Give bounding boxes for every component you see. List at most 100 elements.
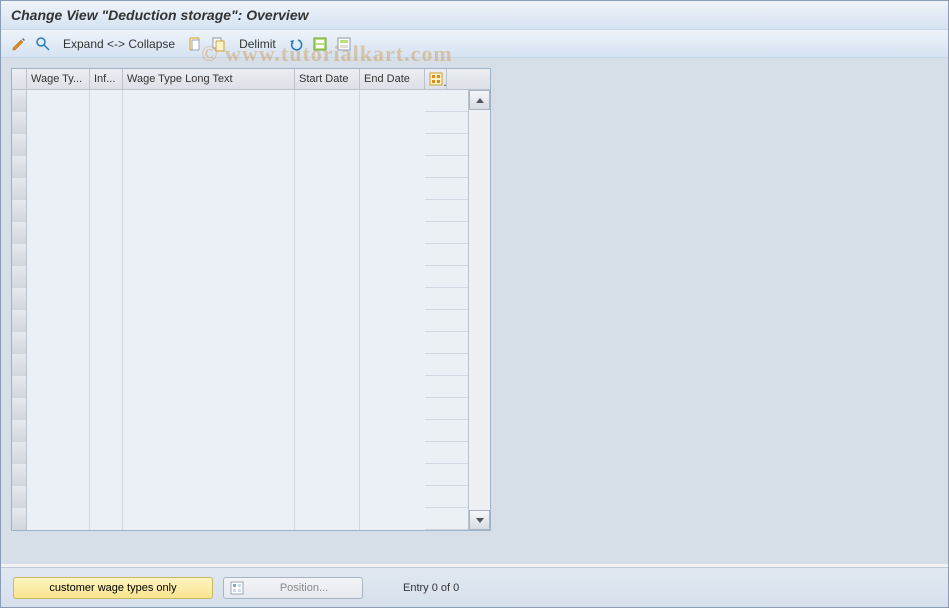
row-selector[interactable] [12,398,27,420]
scroll-up-button[interactable] [469,90,490,110]
cell-wage-type[interactable] [27,398,90,420]
row-selector[interactable] [12,112,27,134]
cell-wage-type-long[interactable] [123,464,295,486]
scroll-down-button[interactable] [469,510,490,530]
cell-inf[interactable] [90,464,123,486]
cell-inf[interactable] [90,310,123,332]
cell-wage-type-long[interactable] [123,310,295,332]
col-start-date[interactable]: Start Date [295,69,360,89]
cell-wage-type-long[interactable] [123,398,295,420]
cell-inf[interactable] [90,90,123,112]
row-selector[interactable] [12,222,27,244]
cell-start-date[interactable] [295,200,360,222]
row-selector[interactable] [12,442,27,464]
col-wage-type[interactable]: Wage Ty... [27,69,90,89]
cell-inf[interactable] [90,420,123,442]
cell-wage-type-long[interactable] [123,134,295,156]
cell-wage-type[interactable] [27,332,90,354]
cell-inf[interactable] [90,200,123,222]
cell-start-date[interactable] [295,420,360,442]
cell-start-date[interactable] [295,464,360,486]
select-all-column[interactable] [12,69,27,89]
cell-wage-type[interactable] [27,288,90,310]
cell-end-date[interactable] [360,442,425,464]
position-button[interactable]: Position... [223,577,363,599]
row-selector[interactable] [12,486,27,508]
cell-wage-type-long[interactable] [123,200,295,222]
row-selector[interactable] [12,90,27,112]
cell-start-date[interactable] [295,354,360,376]
row-selector[interactable] [12,420,27,442]
cell-wage-type[interactable] [27,464,90,486]
undo-icon[interactable] [286,34,306,54]
cell-wage-type-long[interactable] [123,486,295,508]
delimit-button[interactable]: Delimit [239,37,276,51]
cell-wage-type-long[interactable] [123,508,295,530]
col-inf[interactable]: Inf... [90,69,123,89]
vertical-scrollbar[interactable] [468,90,490,530]
cell-end-date[interactable] [360,266,425,288]
cell-end-date[interactable] [360,178,425,200]
cell-start-date[interactable] [295,178,360,200]
cell-wage-type[interactable] [27,200,90,222]
cell-wage-type-long[interactable] [123,178,295,200]
row-selector[interactable] [12,354,27,376]
row-selector[interactable] [12,266,27,288]
cell-end-date[interactable] [360,310,425,332]
cell-start-date[interactable] [295,266,360,288]
cell-start-date[interactable] [295,310,360,332]
cell-wage-type-long[interactable] [123,244,295,266]
cell-wage-type[interactable] [27,354,90,376]
cell-wage-type[interactable] [27,134,90,156]
cell-end-date[interactable] [360,112,425,134]
cell-start-date[interactable] [295,288,360,310]
cell-wage-type[interactable] [27,178,90,200]
cell-end-date[interactable] [360,134,425,156]
cell-wage-type-long[interactable] [123,90,295,112]
cell-wage-type[interactable] [27,508,90,530]
cell-inf[interactable] [90,398,123,420]
cell-end-date[interactable] [360,354,425,376]
cell-start-date[interactable] [295,376,360,398]
cell-end-date[interactable] [360,244,425,266]
cell-wage-type-long[interactable] [123,332,295,354]
cell-start-date[interactable] [295,222,360,244]
cell-end-date[interactable] [360,420,425,442]
cell-start-date[interactable] [295,156,360,178]
cell-inf[interactable] [90,134,123,156]
cell-inf[interactable] [90,376,123,398]
cell-wage-type[interactable] [27,420,90,442]
cell-end-date[interactable] [360,508,425,530]
cell-inf[interactable] [90,222,123,244]
row-selector[interactable] [12,134,27,156]
cell-start-date[interactable] [295,112,360,134]
cell-inf[interactable] [90,354,123,376]
cell-start-date[interactable] [295,442,360,464]
row-selector[interactable] [12,288,27,310]
cell-start-date[interactable] [295,332,360,354]
cell-inf[interactable] [90,442,123,464]
cell-wage-type-long[interactable] [123,420,295,442]
cell-wage-type-long[interactable] [123,354,295,376]
row-selector[interactable] [12,508,27,530]
cell-end-date[interactable] [360,90,425,112]
cell-inf[interactable] [90,112,123,134]
cell-wage-type[interactable] [27,222,90,244]
copy-icon[interactable] [209,34,229,54]
cell-start-date[interactable] [295,90,360,112]
cell-wage-type[interactable] [27,90,90,112]
cell-start-date[interactable] [295,244,360,266]
cell-wage-type[interactable] [27,156,90,178]
table-config-icon[interactable] [425,69,447,89]
cell-end-date[interactable] [360,288,425,310]
cell-wage-type[interactable] [27,112,90,134]
customer-wage-types-button[interactable]: customer wage types only [13,577,213,599]
row-selector[interactable] [12,464,27,486]
cell-inf[interactable] [90,332,123,354]
select-block-icon[interactable] [334,34,354,54]
cell-wage-type[interactable] [27,244,90,266]
cell-inf[interactable] [90,288,123,310]
scroll-track[interactable] [469,110,490,510]
cell-start-date[interactable] [295,134,360,156]
cell-wage-type[interactable] [27,310,90,332]
